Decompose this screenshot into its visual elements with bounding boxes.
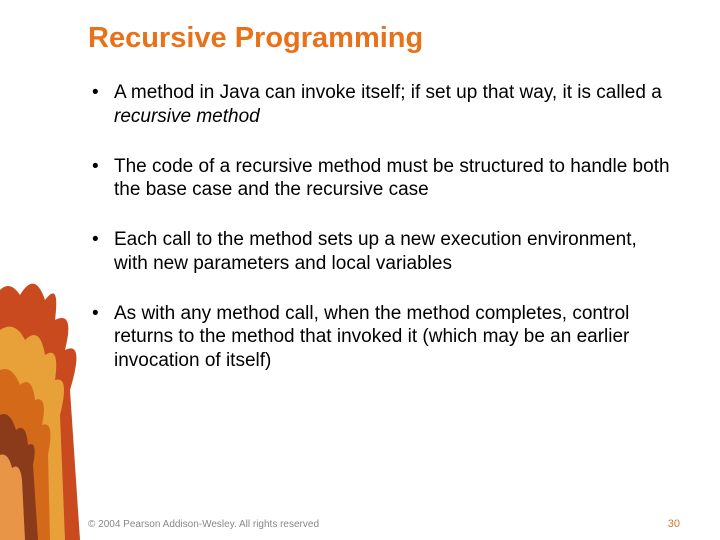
bullet-text-pre: A method in Java can invoke itself; if s… (114, 82, 662, 103)
bullet-text-pre: The code of a recursive method must be s… (114, 156, 670, 201)
slide-content: Recursive Programming A method in Java c… (0, 0, 720, 373)
copyright-text: © 2004 Pearson Addison-Wesley. All right… (88, 519, 319, 530)
bullet-text-em: recursive method (114, 106, 260, 127)
bullet-item: A method in Java can invoke itself; if s… (88, 81, 670, 129)
bullet-item: As with any method call, when the method… (88, 302, 670, 373)
slide-title: Recursive Programming (88, 22, 670, 55)
bullet-text-pre: As with any method call, when the method… (114, 303, 629, 372)
bullet-text-pre: Each call to the method sets up a new ex… (114, 229, 637, 274)
page-number: 30 (668, 518, 680, 530)
bullet-list: A method in Java can invoke itself; if s… (88, 81, 670, 373)
slide-footer: © 2004 Pearson Addison-Wesley. All right… (88, 518, 680, 530)
bullet-item: The code of a recursive method must be s… (88, 155, 670, 203)
bullet-item: Each call to the method sets up a new ex… (88, 228, 670, 276)
